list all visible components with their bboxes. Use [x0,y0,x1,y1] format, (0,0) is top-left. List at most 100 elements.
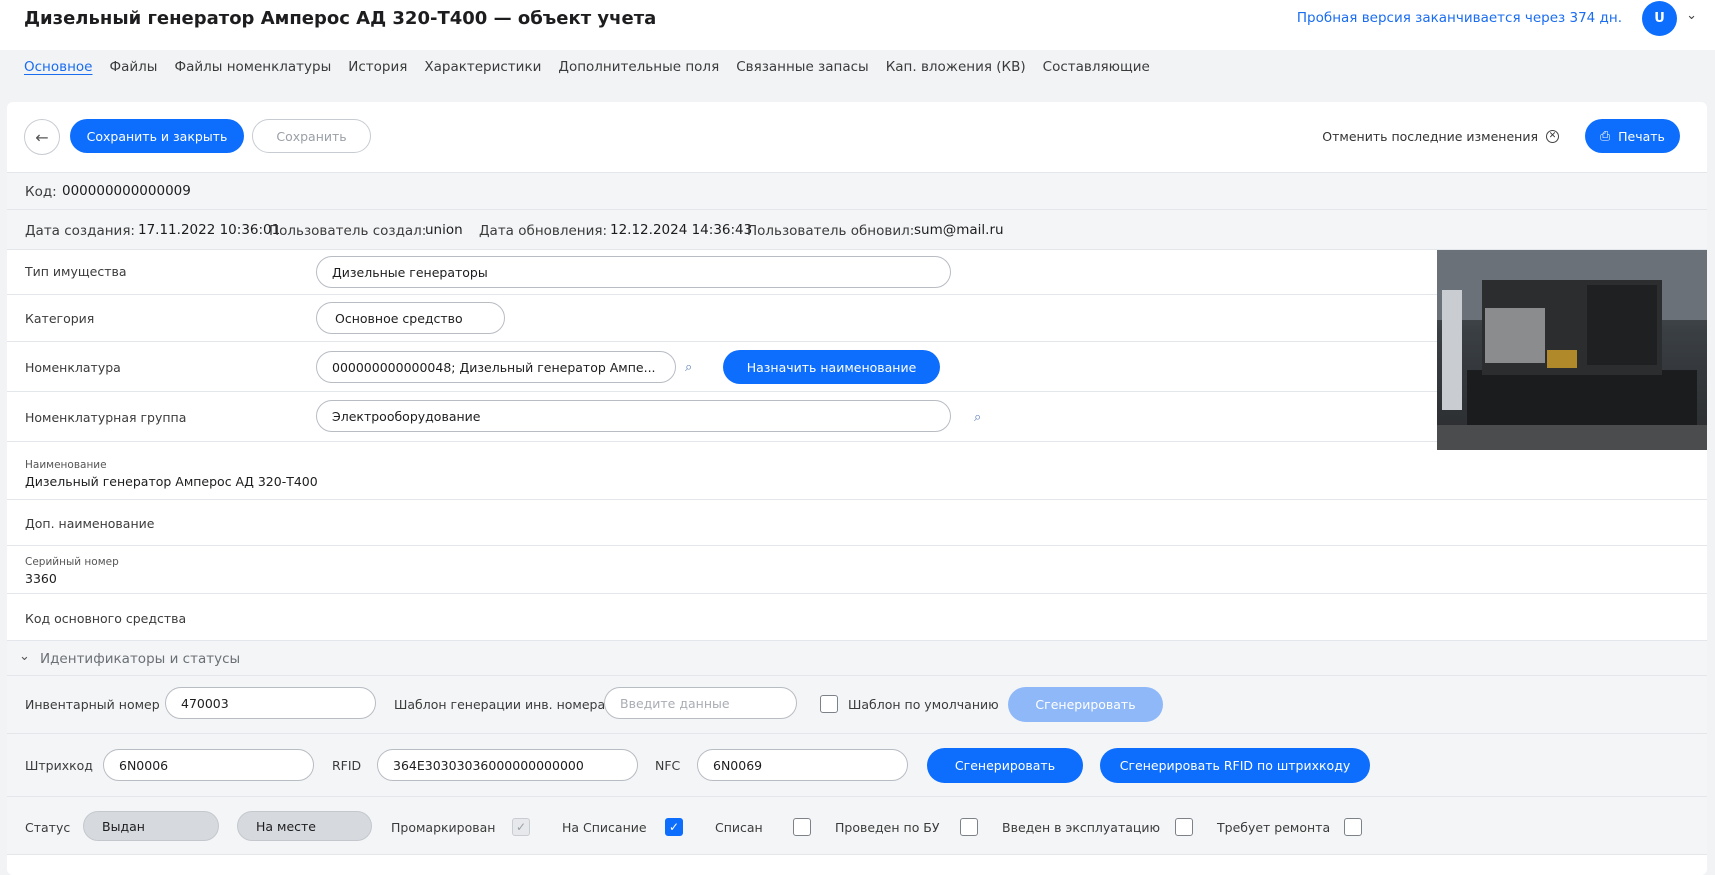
chevron-down-icon[interactable]: ⌄ [19,649,30,664]
tab-linked-stock[interactable]: Связанные запасы [736,50,869,82]
undo-changes-button[interactable]: Отменить последние изменения ✕ [1322,129,1559,144]
barcode-input[interactable]: 6N0006 [103,749,314,781]
written-off-checkbox[interactable] [793,818,811,836]
template-input[interactable]: Введите данные [604,687,797,719]
code-value: 000000000000009 [62,183,191,199]
updated-by-label: Пользователь обновил: [747,223,915,239]
inventory-row: Инвентарный номер 470003 Шаблон генераци… [7,676,1707,734]
code-label: Код: [25,184,57,200]
identifiers-section-header[interactable]: ⌄ Идентификаторы и статусы [7,641,1707,676]
barcode-label: Штрихкод [25,758,93,773]
code-row: Код: 000000000000009 [7,173,1707,210]
trial-notice[interactable]: Пробная версия заканчивается через 374 д… [1297,10,1622,26]
category-select[interactable]: Основное средство [316,302,505,334]
generate-barcode-button[interactable]: Сгенерировать [927,748,1083,783]
commissioned-label: Введен в эксплуатацию [1002,820,1161,835]
created-by-label: Пользователь создал: [269,223,427,239]
nfc-input[interactable]: 6N0069 [697,749,908,781]
main-card: ← Сохранить и закрыть Сохранить Отменить… [7,102,1707,875]
category-label: Категория [25,311,95,326]
tab-additional-fields[interactable]: Дополнительные поля [558,50,719,82]
audit-row: Дата создания: 17.11.2022 10:36:01 Польз… [7,210,1707,250]
undo-label: Отменить последние изменения [1322,129,1538,144]
tab-nomenclature-files[interactable]: Файлы номенклатуры [174,50,331,82]
tab-history[interactable]: История [348,50,407,82]
marked-checkbox[interactable]: ✓ [512,818,530,836]
serial-row: Серийный номер 3360 [7,546,1707,594]
tab-components[interactable]: Составляющие [1043,50,1150,82]
status-issued-select[interactable]: Выдан [83,811,219,841]
template-label: Шаблон генерации инв. номера [394,697,606,712]
chevron-down-icon[interactable]: ⌄ [1686,8,1697,23]
page-title: Дизельный генератор Амперос АД 320-Т400 … [24,8,657,29]
asset-photo[interactable] [1437,250,1707,450]
generate-rfid-button[interactable]: Сгенерировать RFID по штрихкоду [1100,748,1370,783]
property-type-row: Тип имущества Дизельные генераторы [7,250,1437,295]
property-type-label: Тип имущества [25,264,127,279]
assign-name-button[interactable]: Назначить наименование [723,350,940,384]
identifiers-row: Штрихкод 6N0006 RFID 364E303030360000000… [7,734,1707,797]
serial-value[interactable]: 3360 [25,571,57,586]
updated-by-value: sum@mail.ru [914,222,1004,238]
needs-repair-label: Требует ремонта [1217,820,1331,835]
created-value: 17.11.2022 10:36:01 [138,222,281,238]
default-template-checkbox[interactable] [820,695,838,713]
extra-name-label[interactable]: Доп. наименование [25,516,154,531]
rfid-input[interactable]: 364E30303036000000000000 [377,749,638,781]
tab-capital-investments[interactable]: Кап. вложения (КВ) [886,50,1026,82]
search-list-icon[interactable]: ⌕ [685,360,701,375]
avatar[interactable]: U [1642,1,1677,36]
generator-image [1437,250,1707,450]
needs-repair-checkbox[interactable] [1344,818,1362,836]
name-label: Наименование [25,459,107,471]
extra-name-row: Доп. наименование [7,500,1707,546]
tab-main[interactable]: Основное [24,50,92,82]
printer-icon: ⎙ [1600,128,1611,143]
inventory-label: Инвентарный номер [25,697,160,712]
check-icon: ✓ [668,820,680,834]
serial-label: Серийный номер [25,556,119,568]
for-writeoff-label: На Списание [562,820,647,835]
nomenclature-group-select[interactable]: Электрооборудование [316,400,951,432]
created-label: Дата создания: [25,223,135,239]
nomenclature-label: Номенклатура [25,360,121,375]
nomenclature-group-row: Номенклатурная группа Электрооборудовани… [7,392,1437,442]
save-and-close-button[interactable]: Сохранить и закрыть [70,119,244,153]
asset-code-label[interactable]: Код основного средства [25,611,186,626]
status-label: Статус [25,820,71,835]
save-button[interactable]: Сохранить [252,119,371,153]
rfid-label: RFID [332,758,362,773]
inventory-input[interactable]: 470003 [165,687,376,719]
accounted-checkbox[interactable] [960,818,978,836]
back-button[interactable]: ← [24,119,60,155]
name-row: Наименование Дизельный генератор Амперос… [7,442,1707,500]
generate-inventory-button[interactable]: Сгенерировать [1008,687,1163,722]
nomenclature-group-label: Номенклатурная группа [25,410,187,425]
default-template-label: Шаблон по умолчанию [848,697,999,712]
accounted-label: Проведен по БУ [835,820,940,835]
print-label: Печать [1618,128,1665,144]
arrow-left-icon: ← [35,127,49,147]
updated-label: Дата обновления: [479,223,608,239]
written-off-label: Списан [715,820,763,835]
status-in-place-select[interactable]: На месте [237,811,372,841]
property-type-select[interactable]: Дизельные генераторы [316,256,951,288]
marked-label: Промаркирован [391,820,496,835]
asset-code-row: Код основного средства [7,594,1707,641]
created-by-value: union [425,222,463,238]
search-list-icon[interactable]: ⌕ [974,410,990,425]
nomenclature-row: Номенклатура 000000000000048; Дизельный … [7,342,1437,392]
nfc-label: NFC [655,758,681,773]
toolbar: ← Сохранить и закрыть Сохранить Отменить… [7,102,1707,173]
top-bar: Дизельный генератор Амперос АД 320-Т400 … [0,0,1715,50]
name-value[interactable]: Дизельный генератор Амперос АД 320-Т400 [25,474,318,489]
commissioned-checkbox[interactable] [1175,818,1193,836]
print-button[interactable]: ⎙ Печать [1585,119,1680,153]
tab-bar: Основное Файлы Файлы номенклатуры Истори… [24,50,1150,82]
for-writeoff-checkbox[interactable]: ✓ [665,818,683,836]
category-row: Категория Основное средство [7,295,1437,342]
tab-files[interactable]: Файлы [109,50,157,82]
nomenclature-select[interactable]: 000000000000048; Дизельный генератор Амп… [316,351,676,383]
tab-characteristics[interactable]: Характеристики [424,50,541,82]
identifiers-section-label: Идентификаторы и статусы [40,651,241,667]
